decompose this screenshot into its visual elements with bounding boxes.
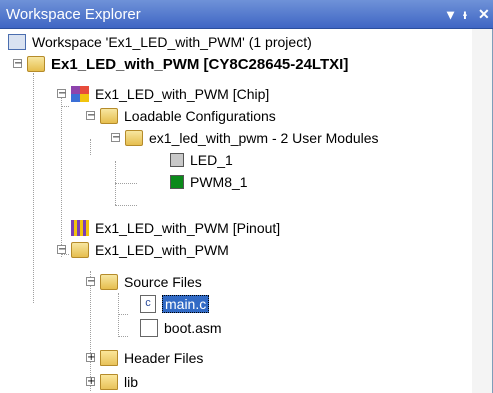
tree-item-file[interactable]: boot.asm: [140, 317, 222, 339]
workspace-label: Workspace 'Ex1_LED_with_PWM' (1 project): [32, 34, 312, 50]
folder-open-icon: [100, 274, 118, 290]
workspace-icon: [8, 34, 26, 50]
expander-source-files[interactable]: −: [86, 277, 95, 287]
lib-label: lib: [124, 374, 139, 390]
module-label: LED_1: [190, 152, 233, 168]
tree-item-lib[interactable]: lib: [100, 371, 138, 393]
tree-item-module[interactable]: PWM8_1: [170, 171, 248, 193]
module-label: PWM8_1: [190, 174, 248, 190]
folder-closed-icon: [100, 350, 118, 366]
vertical-scrollbar[interactable]: [472, 29, 492, 393]
config-label: ex1_led_with_pwm - 2 User Modules: [149, 130, 379, 146]
loadable-label: Loadable Configurations: [124, 108, 276, 124]
chip-label: Ex1_LED_with_PWM [Chip]: [95, 86, 270, 102]
tree-item-header-files[interactable]: Header Files: [100, 347, 203, 369]
tree-item-workspace[interactable]: Workspace 'Ex1_LED_with_PWM' (1 project): [8, 31, 312, 53]
tree-item-file[interactable]: c main.c: [140, 293, 210, 315]
window-dropdown-button[interactable]: ▾: [447, 5, 454, 23]
file-label: boot.asm: [164, 320, 222, 336]
workspace-explorer-window: Workspace Explorer ▾ ᵻ ✕ Workspace 'Ex1_…: [0, 0, 493, 393]
pin-button[interactable]: ᵻ: [463, 5, 467, 23]
tree-item-project[interactable]: Ex1_LED_with_PWM [CY8C28645-24LTXI]: [27, 53, 348, 75]
project-label: Ex1_LED_with_PWM [CY8C28645-24LTXI]: [51, 55, 349, 73]
expander-chip[interactable]: −: [57, 89, 66, 99]
tree-item-project-folder[interactable]: Ex1_LED_with_PWM: [71, 239, 229, 261]
pinout-label: Ex1_LED_with_PWM [Pinout]: [95, 220, 281, 236]
source-files-label: Source Files: [124, 274, 202, 290]
tree-item-config[interactable]: ex1_led_with_pwm - 2 User Modules: [125, 127, 379, 149]
window-title: Workspace Explorer: [6, 6, 141, 23]
expander-loadable[interactable]: −: [86, 111, 95, 121]
module-color-icon: [170, 153, 184, 167]
chip-icon: [71, 86, 89, 102]
tree-item-source-files[interactable]: Source Files: [100, 271, 202, 293]
folder-open-icon: [125, 130, 143, 146]
pinout-icon: [71, 220, 89, 236]
expander-config[interactable]: −: [111, 133, 120, 143]
expander-project-folder[interactable]: −: [57, 245, 66, 255]
folder-open-icon: [71, 242, 89, 258]
tree-item-chip[interactable]: Ex1_LED_with_PWM [Chip]: [71, 83, 269, 105]
folder-closed-icon: [100, 374, 118, 390]
folder-open-icon: [27, 56, 45, 72]
expander-project[interactable]: −: [13, 59, 22, 69]
expander-header-files[interactable]: +: [86, 353, 95, 363]
titlebar: Workspace Explorer ▾ ᵻ ✕: [0, 0, 493, 29]
folder-open-icon: [100, 108, 118, 124]
tree-item-loadable-configurations[interactable]: Loadable Configurations: [100, 105, 276, 127]
project-tree: Workspace 'Ex1_LED_with_PWM' (1 project)…: [0, 29, 470, 393]
file-label-selected: main.c: [162, 295, 210, 313]
expander-lib[interactable]: +: [86, 377, 95, 387]
tree-item-pinout[interactable]: Ex1_LED_with_PWM [Pinout]: [71, 217, 280, 239]
c-file-icon: c: [140, 295, 156, 313]
asm-file-icon: [140, 319, 158, 337]
header-files-label: Header Files: [124, 350, 204, 366]
close-button[interactable]: ✕: [478, 5, 490, 23]
module-color-icon: [170, 175, 184, 189]
tree-item-module[interactable]: LED_1: [170, 149, 233, 171]
project-folder-label: Ex1_LED_with_PWM: [95, 242, 229, 258]
